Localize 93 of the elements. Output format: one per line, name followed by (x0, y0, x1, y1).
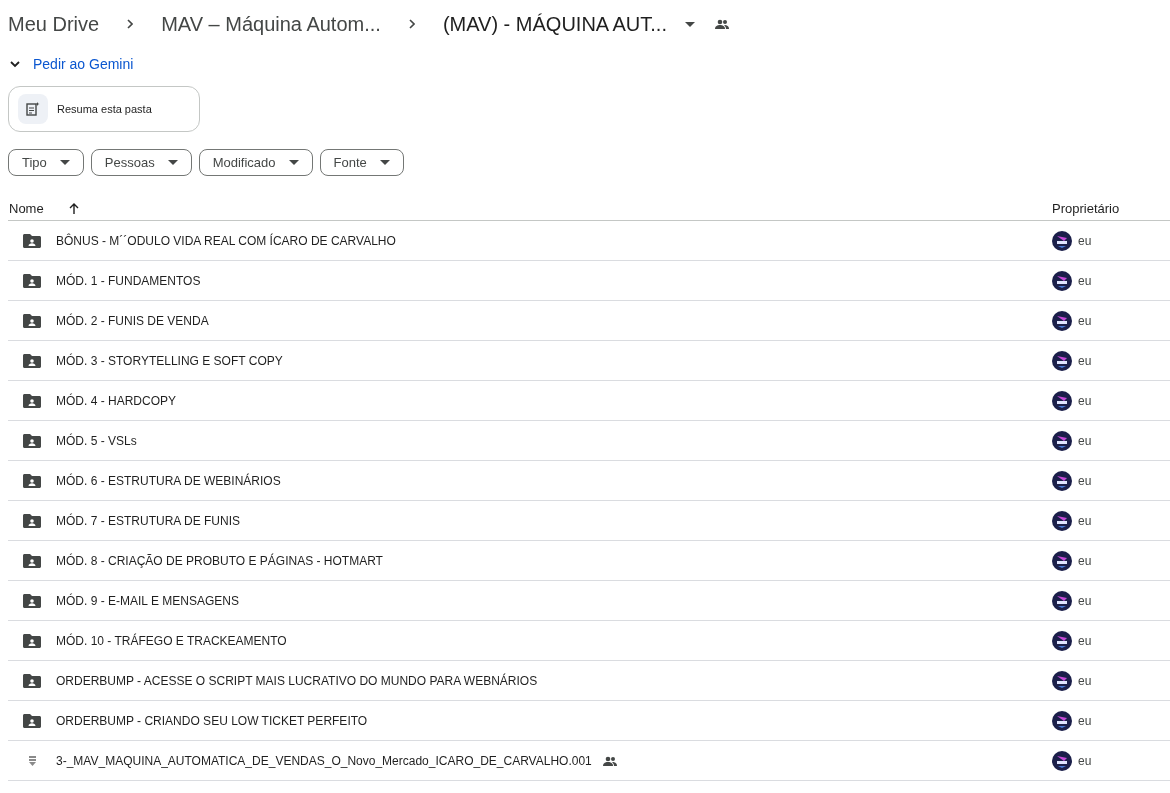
owner-name: eu (1078, 472, 1092, 490)
file-name: MÓD. 2 - FUNIS DE VENDA (56, 312, 209, 330)
file-row[interactable]: ORDERBUMP - ACESSE O SCRIPT MAIS LUCRATIVO DO MUNDO PARA WEBNÁRIOS eu (8, 661, 1170, 701)
summary-icon (18, 94, 48, 124)
filter-chip[interactable]: Modificado (198, 149, 313, 176)
shared-folder-icon (23, 473, 41, 488)
dropdown-caret-icon (167, 160, 178, 165)
file-name: MÓD. 3 - STORYTELLING E SOFT COPY (56, 352, 283, 370)
file-name: MÓD. 9 - E-MAIL E MENSAGENS (56, 592, 239, 610)
file-row[interactable]: MÓD. 3 - STORYTELLING E SOFT COPY eu (8, 341, 1170, 381)
sort-arrow-icon (68, 203, 79, 214)
file-name: ORDERBUMP - CRIANDO SEU LOW TICKET PERFEITO (56, 712, 368, 730)
filter-chip[interactable]: Fonte (319, 149, 404, 176)
file-name: BÔNUS - M´´ODULO VIDA REAL COM ÍCARO DE CARVALHO (56, 232, 396, 250)
shared-folder-icon (23, 273, 41, 288)
file-name: MÓD. 7 - ESTRUTURA DE FUNIS (56, 512, 240, 530)
file-name: MÓD. 6 - ESTRUTURA DE WEBINÁRIOS (56, 472, 281, 490)
avatar-icon (1052, 510, 1072, 531)
shared-people-icon (602, 755, 617, 766)
shared-folder-icon (23, 393, 41, 408)
chevron-right-icon (127, 19, 134, 29)
shared-folder-icon (23, 673, 41, 688)
avatar-icon (1052, 550, 1072, 571)
avatar-icon (1052, 670, 1072, 691)
owner-name: eu (1078, 752, 1092, 770)
avatar-icon (1052, 750, 1072, 771)
avatar-icon (1052, 470, 1072, 491)
owner-name: eu (1078, 352, 1092, 370)
shared-people-icon (715, 19, 729, 29)
file-name: ORDERBUMP - ACESSE O SCRIPT MAIS LUCRATIVO DO MUNDO PARA WEBNÁRIOS (56, 672, 538, 690)
owner-name: eu (1078, 232, 1092, 250)
owner-name: eu (1078, 392, 1092, 410)
chevron-icon (10, 61, 20, 68)
avatar-icon (1052, 710, 1072, 731)
chevron-right-icon (408, 19, 415, 29)
avatar-icon (1052, 230, 1072, 251)
file-row[interactable]: MÓD. 9 - E-MAIL E MENSAGENS eu (8, 581, 1170, 621)
file-name: MÓD. 8 - CRIAÇÃO DE PROBUTO E PÁGINAS - HOTMART (56, 552, 383, 570)
file-name: MÓD. 4 - HARDCOPY (56, 392, 176, 410)
shared-folder-icon (23, 713, 41, 728)
dropdown-caret-icon (288, 160, 299, 165)
file-row[interactable]: ORDERBUMP - CRIANDO SEU LOW TICKET PERFEITO eu (8, 701, 1170, 741)
file-row[interactable]: MÓD. 6 - ESTRUTURA DE WEBINÁRIOS eu (8, 461, 1170, 501)
owner-name: eu (1078, 592, 1092, 610)
shared-folder-icon (23, 233, 41, 248)
breadcrumb-item[interactable]: MAV – Máquina Autom... (161, 9, 381, 39)
shared-folder-icon (23, 513, 41, 528)
column-header[interactable]: Proprietário (1052, 198, 1120, 219)
shared-folder-icon (23, 553, 41, 568)
file-row[interactable]: 3-_MAV_MAQUINA_AUTOMATICA_DE_VENDAS_O_Novo_Mercado_ICARO_DE_CARVALHO.001 eu (8, 741, 1170, 781)
avatar-icon (1052, 270, 1072, 291)
file-row[interactable]: MÓD. 8 - CRIAÇÃO DE PROBUTO E PÁGINAS - HOTMART eu (8, 541, 1170, 581)
shared-folder-icon (23, 633, 41, 648)
file-name: 3-_MAV_MAQUINA_AUTOMATICA_DE_VENDAS_O_Novo_Mercado_ICARO_DE_CARVALHO.001 (56, 752, 592, 770)
avatar-icon (1052, 630, 1072, 651)
avatar-icon (1052, 390, 1072, 411)
gemini-toggle[interactable]: Pedir ao Gemini (10, 54, 134, 75)
file-row[interactable]: MÓD. 2 - FUNIS DE VENDA eu (8, 301, 1170, 341)
owner-name: eu (1078, 272, 1092, 290)
filter-chip[interactable]: Pessoas (90, 149, 192, 176)
suggestion-card[interactable]: Resuma esta pasta (8, 86, 200, 132)
owner-name: eu (1078, 512, 1092, 530)
column-header[interactable]: Nome (9, 198, 79, 219)
avatar-icon (1052, 310, 1072, 331)
avatar-icon (1052, 590, 1072, 611)
file-name: MÓD. 10 - TRÁFEGO E TRACKEAMENTO (56, 632, 287, 650)
shared-folder-icon (23, 313, 41, 328)
owner-name: eu (1078, 432, 1092, 450)
file-row[interactable]: MÓD. 1 - FUNDAMENTOS eu (8, 261, 1170, 301)
file-icon (28, 755, 36, 766)
breadcrumb-item[interactable]: (MAV) - MÁQUINA AUT... (442, 9, 667, 39)
dropdown-caret-icon (379, 160, 390, 165)
dropdown-caret-icon (59, 160, 70, 165)
owner-name: eu (1078, 312, 1092, 330)
owner-name: eu (1078, 632, 1092, 650)
filter-chip[interactable]: Tipo (8, 149, 84, 176)
file-row[interactable]: MÓD. 5 - VSLs eu (8, 421, 1170, 461)
file-name: MÓD. 5 - VSLs (56, 432, 137, 450)
file-row[interactable]: MÓD. 10 - TRÁFEGO E TRACKEAMENTO eu (8, 621, 1170, 661)
avatar-icon (1052, 430, 1072, 451)
owner-name: eu (1078, 552, 1092, 570)
breadcrumb-item[interactable]: Meu Drive (8, 9, 100, 39)
shared-folder-icon (23, 593, 41, 608)
file-row[interactable]: BÔNUS - M´´ODULO VIDA REAL COM ÍCARO DE CARVALHO eu (8, 221, 1170, 261)
shared-folder-icon (23, 433, 41, 448)
file-name: MÓD. 1 - FUNDAMENTOS (56, 272, 201, 290)
file-row[interactable]: MÓD. 4 - HARDCOPY eu (8, 381, 1170, 421)
owner-name: eu (1078, 712, 1092, 730)
owner-name: eu (1078, 672, 1092, 690)
file-row[interactable]: MÓD. 7 - ESTRUTURA DE FUNIS eu (8, 501, 1170, 541)
dropdown-caret-icon (685, 21, 695, 27)
avatar-icon (1052, 350, 1072, 371)
shared-folder-icon (23, 353, 41, 368)
